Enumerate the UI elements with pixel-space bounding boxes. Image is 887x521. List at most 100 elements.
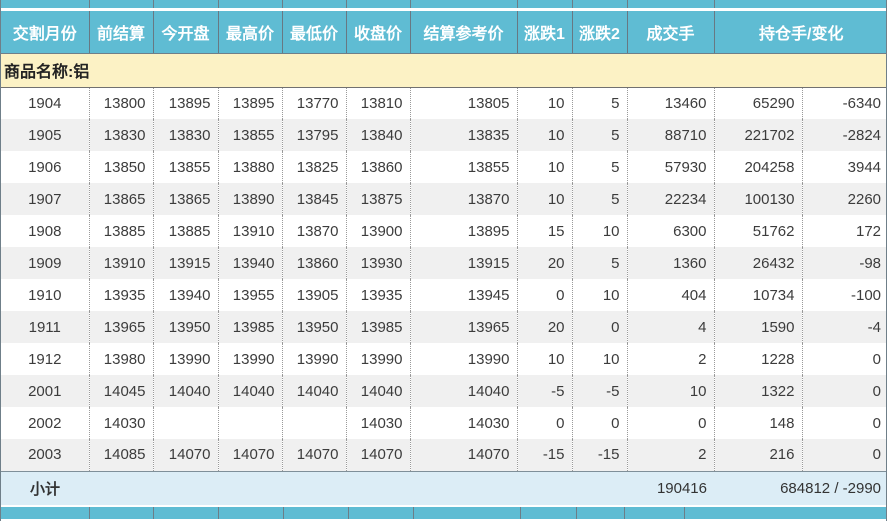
cell-delivery-month: 2003 [28, 446, 62, 464]
cell-oi-change: 2260 [801, 183, 886, 215]
subtotal-label: 小计 [1, 470, 89, 505]
cell-volume: 2 [626, 439, 714, 471]
cell-high: 13990 [217, 343, 282, 375]
cell-open-interest: 100130 [713, 183, 802, 215]
cell-prev-settle: 13865 [88, 183, 153, 215]
cell-delivery-month: 2002 [28, 414, 62, 432]
table-row: 1911 13965 13950 13985 13950 13985 13965… [1, 311, 886, 343]
cell-open: 13990 [152, 343, 218, 375]
cell-prev-settle: 13800 [88, 87, 153, 119]
cell-open: 13915 [152, 247, 218, 279]
cell-high: 14040 [217, 375, 282, 407]
subtotal-open-interest: 684812 / -2990 [714, 470, 886, 505]
cell-high: 13910 [217, 215, 282, 247]
cell-open-interest: 51762 [713, 215, 802, 247]
cell-low: 13860 [281, 247, 346, 279]
cell-volume: 0 [626, 407, 714, 439]
cell-volume: 10 [626, 375, 714, 407]
cell-oi-change: 0 [801, 439, 886, 471]
cell-change1: 10 [516, 183, 572, 215]
table-row: 1908 13885 13885 13910 13870 13900 13895… [1, 215, 886, 247]
cell-change2: -5 [571, 375, 627, 407]
cell-change2: 10 [571, 343, 627, 375]
cell-oi-change: -100 [801, 279, 886, 311]
cell-delivery-month: 1910 [28, 286, 62, 304]
partial-header-row-top [1, 0, 886, 8]
cell-oi-change: -6340 [801, 87, 886, 119]
cell-low: 13870 [281, 215, 346, 247]
table-row: 1909 13910 13915 13940 13860 13930 13915… [1, 247, 886, 279]
cell-open-interest: 204258 [713, 151, 802, 183]
table-row: 1912 13980 13990 13990 13990 13990 13990… [1, 343, 886, 375]
cell-change1: 10 [516, 119, 572, 151]
cell-oi-change: 0 [801, 407, 886, 439]
table-row: 1904 13800 13895 13895 13770 13810 13805… [1, 87, 886, 119]
cell-prev-settle: 13850 [88, 151, 153, 183]
cell-oi-change: 0 [801, 375, 886, 407]
col-header-close: 收盘价 [345, 11, 410, 54]
table-row: 1906 13850 13855 13880 13825 13860 13855… [1, 151, 886, 183]
cell-close: 13900 [345, 215, 410, 247]
cell-open: 13885 [152, 215, 218, 247]
cell-prev-settle: 14045 [88, 375, 153, 407]
cell-delivery-month: 1912 [28, 350, 62, 368]
table-row: 1907 13865 13865 13890 13845 13875 13870… [1, 183, 886, 215]
cell-high [217, 407, 282, 439]
cell-prev-settle: 13885 [88, 215, 153, 247]
cell-volume: 6300 [626, 215, 714, 247]
cell-high: 13895 [217, 87, 282, 119]
cell-open-interest: 1322 [713, 375, 802, 407]
cell-high: 13855 [217, 119, 282, 151]
cell-open-interest: 1590 [713, 311, 802, 343]
cell-delivery-month: 1909 [28, 254, 62, 272]
futures-quotes-page: 交割月份 前结算 今开盘 最高价 最低价 收盘价 结算参考价 涨跌1 涨跌2 成… [0, 0, 887, 521]
cell-low: 13950 [281, 311, 346, 343]
cell-open [152, 407, 218, 439]
cell-settle-ref: 13805 [409, 87, 517, 119]
cell-volume: 22234 [626, 183, 714, 215]
cell-delivery-month: 1904 [28, 94, 62, 112]
cell-volume: 404 [626, 279, 714, 311]
cell-change1: 10 [516, 151, 572, 183]
cell-prev-settle: 14085 [88, 439, 153, 471]
cell-volume: 2 [626, 343, 714, 375]
table-row: 2001 14045 14040 14040 14040 14040 14040… [1, 375, 886, 407]
cell-open: 13855 [152, 151, 218, 183]
subtotal-row: 小计 190416 684812 / -2990 [1, 470, 886, 505]
cell-delivery-month: 1906 [28, 158, 62, 176]
col-header-open-interest-change: 持仓手/变化 [713, 11, 886, 54]
cell-delivery-month: 1911 [28, 318, 61, 336]
cell-settle-ref: 13915 [409, 247, 517, 279]
cell-prev-settle: 14030 [88, 407, 153, 439]
col-header-open: 今开盘 [152, 11, 218, 54]
cell-volume: 4 [626, 311, 714, 343]
cell-low [281, 407, 346, 439]
cell-low: 13795 [281, 119, 346, 151]
cell-oi-change: -4 [801, 311, 886, 343]
cell-high: 14070 [217, 439, 282, 471]
cell-change2: 10 [571, 215, 627, 247]
cell-close: 13875 [345, 183, 410, 215]
futures-table: 交割月份 前结算 今开盘 最高价 最低价 收盘价 结算参考价 涨跌1 涨跌2 成… [1, 11, 886, 505]
cell-open-interest: 148 [713, 407, 802, 439]
col-header-prev-settle: 前结算 [88, 11, 153, 54]
cell-open: 13895 [152, 87, 218, 119]
partial-header-row-bottom [1, 507, 886, 519]
cell-open: 13940 [152, 279, 218, 311]
col-header-volume: 成交手 [626, 11, 714, 54]
cell-change1: 0 [516, 279, 572, 311]
cell-prev-settle: 13830 [88, 119, 153, 151]
cell-change2: 0 [571, 311, 627, 343]
product-name-label: 商品名称:铝 [1, 53, 886, 88]
subtotal-spacer [89, 470, 627, 505]
col-header-change2: 涨跌2 [571, 11, 627, 54]
table-row: 2003 14085 14070 14070 14070 14070 14070… [1, 439, 886, 471]
cell-close: 13985 [345, 311, 410, 343]
cell-open-interest: 10734 [713, 279, 802, 311]
cell-high: 13985 [217, 311, 282, 343]
cell-oi-change: 0 [801, 343, 886, 375]
cell-open: 13950 [152, 311, 218, 343]
cell-close: 14040 [345, 375, 410, 407]
cell-change1: 20 [516, 311, 572, 343]
cell-settle-ref: 14070 [409, 439, 517, 471]
